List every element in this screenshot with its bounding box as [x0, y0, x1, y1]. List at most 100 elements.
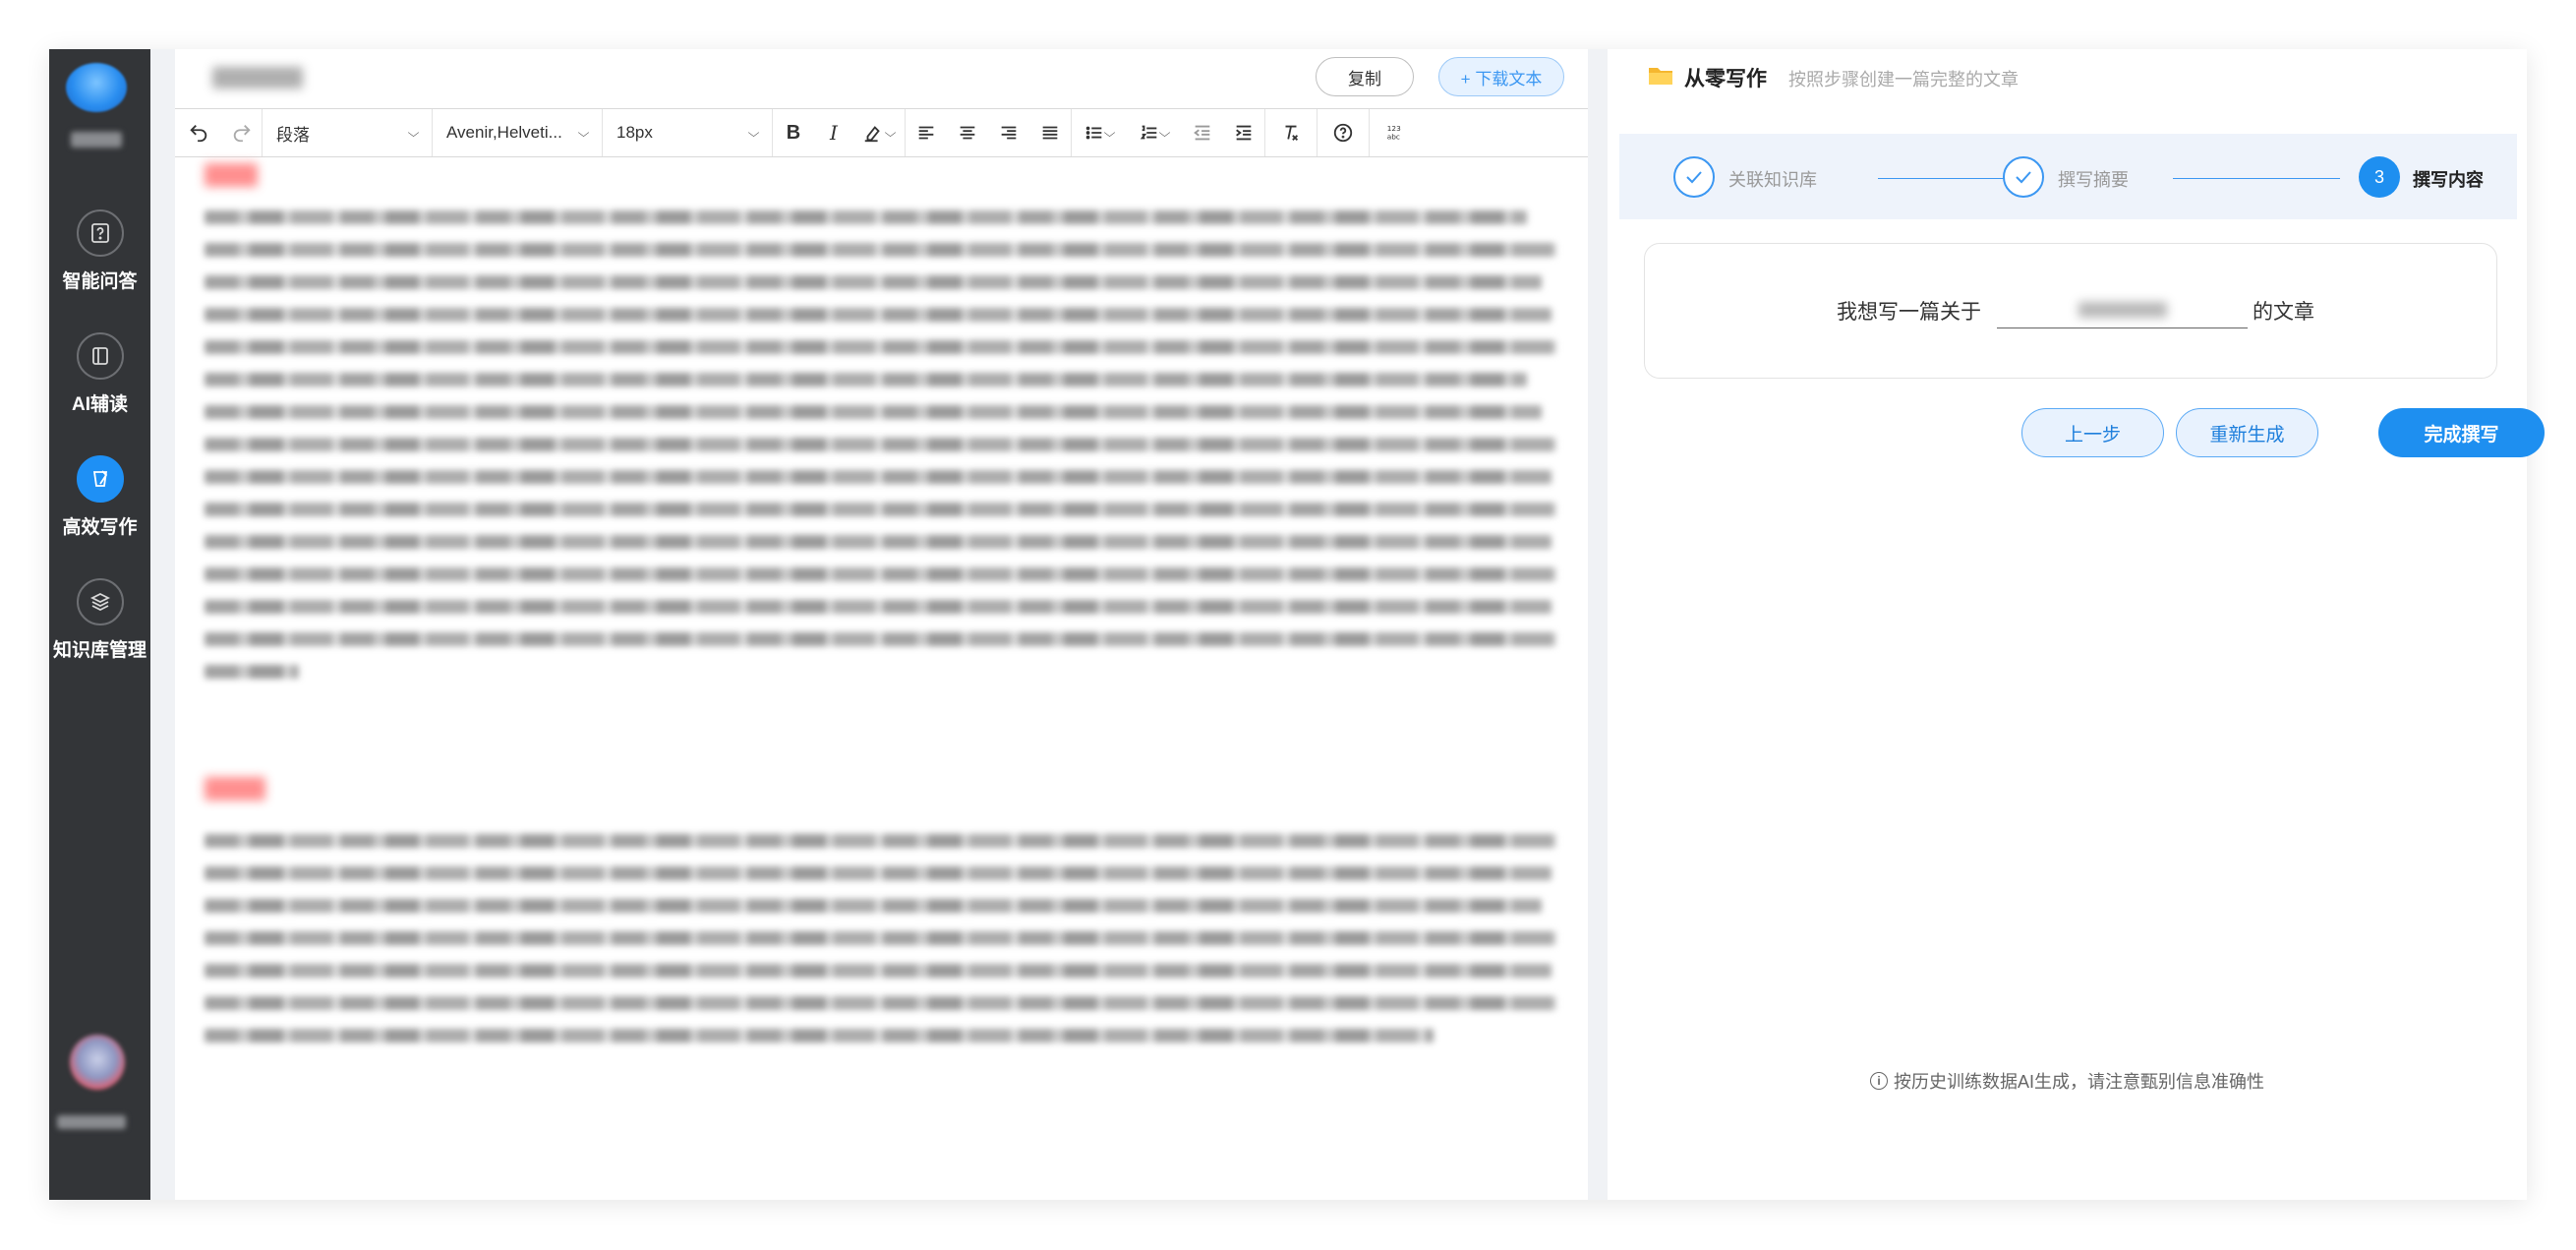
ai-disclaimer: i 按历史训练数据AI生成，请注意甄别信息准确性 — [1608, 1068, 2527, 1094]
font-family-value: Avenir,Helveti... — [446, 123, 562, 142]
sidebar-item-knowledge-base[interactable]: 知识库管理 — [49, 578, 150, 662]
bold-icon[interactable]: B — [773, 109, 814, 156]
sidebar: 智能问答 AI辅读 高效写作 知识库管理 — [49, 49, 150, 1200]
user-name — [57, 1115, 126, 1129]
folder-icon — [1649, 68, 1672, 85]
pen-icon — [76, 455, 124, 503]
prompt-suffix: 的文章 — [2253, 301, 2314, 324]
text-line — [205, 665, 299, 679]
redo-icon[interactable] — [222, 109, 262, 156]
sidebar-item-label: 知识库管理 — [52, 640, 146, 661]
stepper: 关联知识库 撰写摘要 3 撰写内容 — [1619, 134, 2517, 219]
chevron-down-icon: ⌵ — [577, 125, 590, 140]
step-connector — [1878, 178, 2020, 179]
prompt-prefix: 我想写一篇关于 — [1837, 301, 1981, 324]
paragraph — [205, 210, 1556, 697]
help-icon[interactable] — [1317, 109, 1369, 156]
undo-icon[interactable] — [175, 109, 222, 156]
panel-title: 从零写作 — [1684, 68, 1767, 90]
copy-button[interactable]: 复制 — [1316, 57, 1414, 96]
sidebar-item-writing[interactable]: 高效写作 — [49, 455, 150, 539]
topic-prompt-box: 我想写一篇关于 的文章 — [1644, 243, 2497, 379]
document-title[interactable] — [212, 67, 303, 89]
book-icon — [76, 332, 124, 380]
text-line — [205, 535, 1551, 549]
text-line — [205, 866, 1551, 880]
text-line — [205, 373, 1527, 387]
writing-panel: 从零写作 按照步骤创建一篇完整的文章 关联知识库 撰写摘要 3 撰写内容 我想写… — [1608, 49, 2545, 1200]
outdent-icon[interactable] — [1182, 109, 1223, 156]
step-label-knowledge: 关联知识库 — [1728, 170, 1817, 190]
align-left-icon[interactable] — [906, 109, 947, 156]
regenerate-button[interactable]: 重新生成 — [2176, 408, 2318, 457]
sidebar-item-label: AI辅读 — [71, 394, 128, 415]
text-line — [205, 834, 1556, 848]
check-icon — [2003, 156, 2044, 198]
app-logo — [66, 63, 127, 112]
text-line — [205, 931, 1556, 945]
app-window: 智能问答 AI辅读 高效写作 知识库管理 复制 + 下载文本 段落 ⌵ Aven… — [49, 49, 2545, 1200]
step-label-summary: 撰写摘要 — [2058, 170, 2129, 190]
previous-step-button[interactable]: 上一步 — [2021, 408, 2164, 457]
text-line — [205, 308, 1551, 322]
sidebar-item-label: 智能问答 — [62, 271, 138, 292]
font-family-select[interactable]: Avenir,Helveti... ⌵ — [433, 109, 602, 156]
text-line — [205, 964, 1551, 978]
finish-writing-button[interactable]: 完成撰写 — [2378, 408, 2545, 457]
step-connector — [2173, 178, 2340, 179]
text-line — [205, 340, 1556, 354]
question-icon — [76, 209, 124, 257]
font-size-select[interactable]: 18px ⌵ — [603, 109, 772, 156]
panel-subtitle: 按照步骤创建一篇完整的文章 — [1788, 70, 2019, 89]
user-avatar[interactable] — [70, 1035, 125, 1090]
layers-icon — [76, 578, 124, 625]
text-line — [205, 600, 1551, 614]
align-right-icon[interactable] — [988, 109, 1029, 156]
word-count-icon[interactable]: 123 abc — [1370, 109, 1421, 156]
text-line — [205, 210, 1527, 224]
topic-input[interactable] — [1997, 291, 2248, 328]
section-heading — [205, 777, 265, 801]
indent-icon[interactable] — [1223, 109, 1264, 156]
clear-format-icon[interactable] — [1265, 109, 1317, 156]
highlight-color-icon[interactable]: ⌵ — [853, 109, 905, 156]
editor-content[interactable] — [175, 157, 1588, 1200]
section-heading — [205, 163, 258, 187]
sidebar-item-ai-read[interactable]: AI辅读 — [49, 332, 150, 416]
editor-panel: 复制 + 下载文本 段落 ⌵ Avenir,Helveti... ⌵ 18px — [175, 49, 1588, 1200]
chevron-down-icon: ⌵ — [407, 125, 420, 140]
editor-toolbar: 段落 ⌵ Avenir,Helveti... ⌵ 18px ⌵ B I ⌵ ⌵ … — [175, 108, 1588, 157]
bullet-list-icon[interactable]: ⌵ — [1072, 109, 1127, 156]
text-line — [205, 567, 1556, 581]
text-line — [205, 405, 1542, 419]
text-line — [205, 1029, 1434, 1042]
paragraph-style-select[interactable]: 段落 ⌵ — [263, 109, 432, 156]
step-number-3: 3 — [2359, 156, 2400, 198]
info-icon: i — [1869, 1072, 1888, 1090]
text-line — [205, 275, 1542, 289]
check-icon — [1673, 156, 1715, 198]
text-line — [205, 503, 1556, 516]
paragraph-style-value: 段落 — [276, 125, 310, 145]
topic-input-value — [2078, 301, 2167, 318]
numbered-list-icon[interactable]: ⌵ — [1127, 109, 1182, 156]
disclaimer-text: 按历史训练数据AI生成，请注意甄别信息准确性 — [1893, 1072, 2264, 1092]
text-line — [205, 632, 1556, 646]
align-center-icon[interactable] — [947, 109, 988, 156]
step-label-content: 撰写内容 — [2413, 170, 2484, 190]
sidebar-item-qa[interactable]: 智能问答 — [49, 209, 150, 293]
align-justify-icon[interactable] — [1029, 109, 1071, 156]
font-size-value: 18px — [616, 123, 653, 142]
text-line — [205, 470, 1551, 484]
text-line — [205, 996, 1556, 1010]
sidebar-item-label: 高效写作 — [62, 517, 138, 538]
svg-text:abc: abc — [1387, 132, 1400, 141]
text-line — [205, 438, 1556, 451]
italic-icon[interactable]: I — [814, 109, 853, 156]
chevron-down-icon: ⌵ — [747, 125, 760, 140]
download-text-button[interactable]: + 下载文本 — [1438, 57, 1564, 96]
paragraph — [205, 834, 1556, 1061]
app-logo-text — [71, 132, 122, 148]
text-line — [205, 243, 1556, 257]
text-line — [205, 899, 1542, 913]
